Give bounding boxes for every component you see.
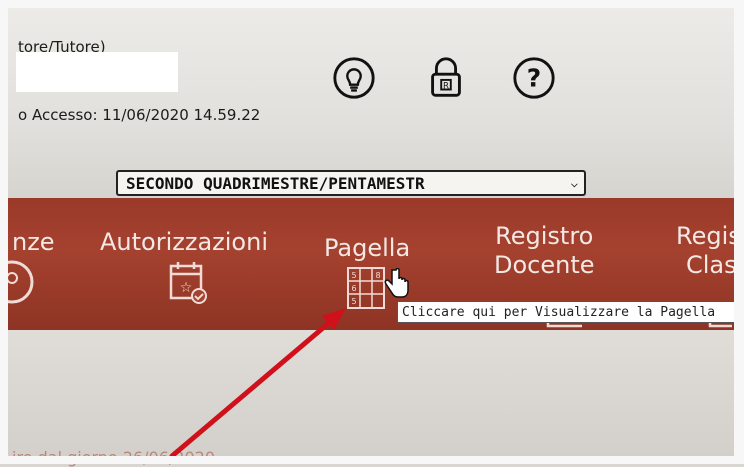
photo-border-left — [0, 0, 8, 464]
photo-border-bottom — [0, 456, 744, 464]
photo-border-right — [734, 0, 744, 464]
annotation-arrow — [169, 308, 346, 459]
photo-border-top — [0, 0, 744, 8]
